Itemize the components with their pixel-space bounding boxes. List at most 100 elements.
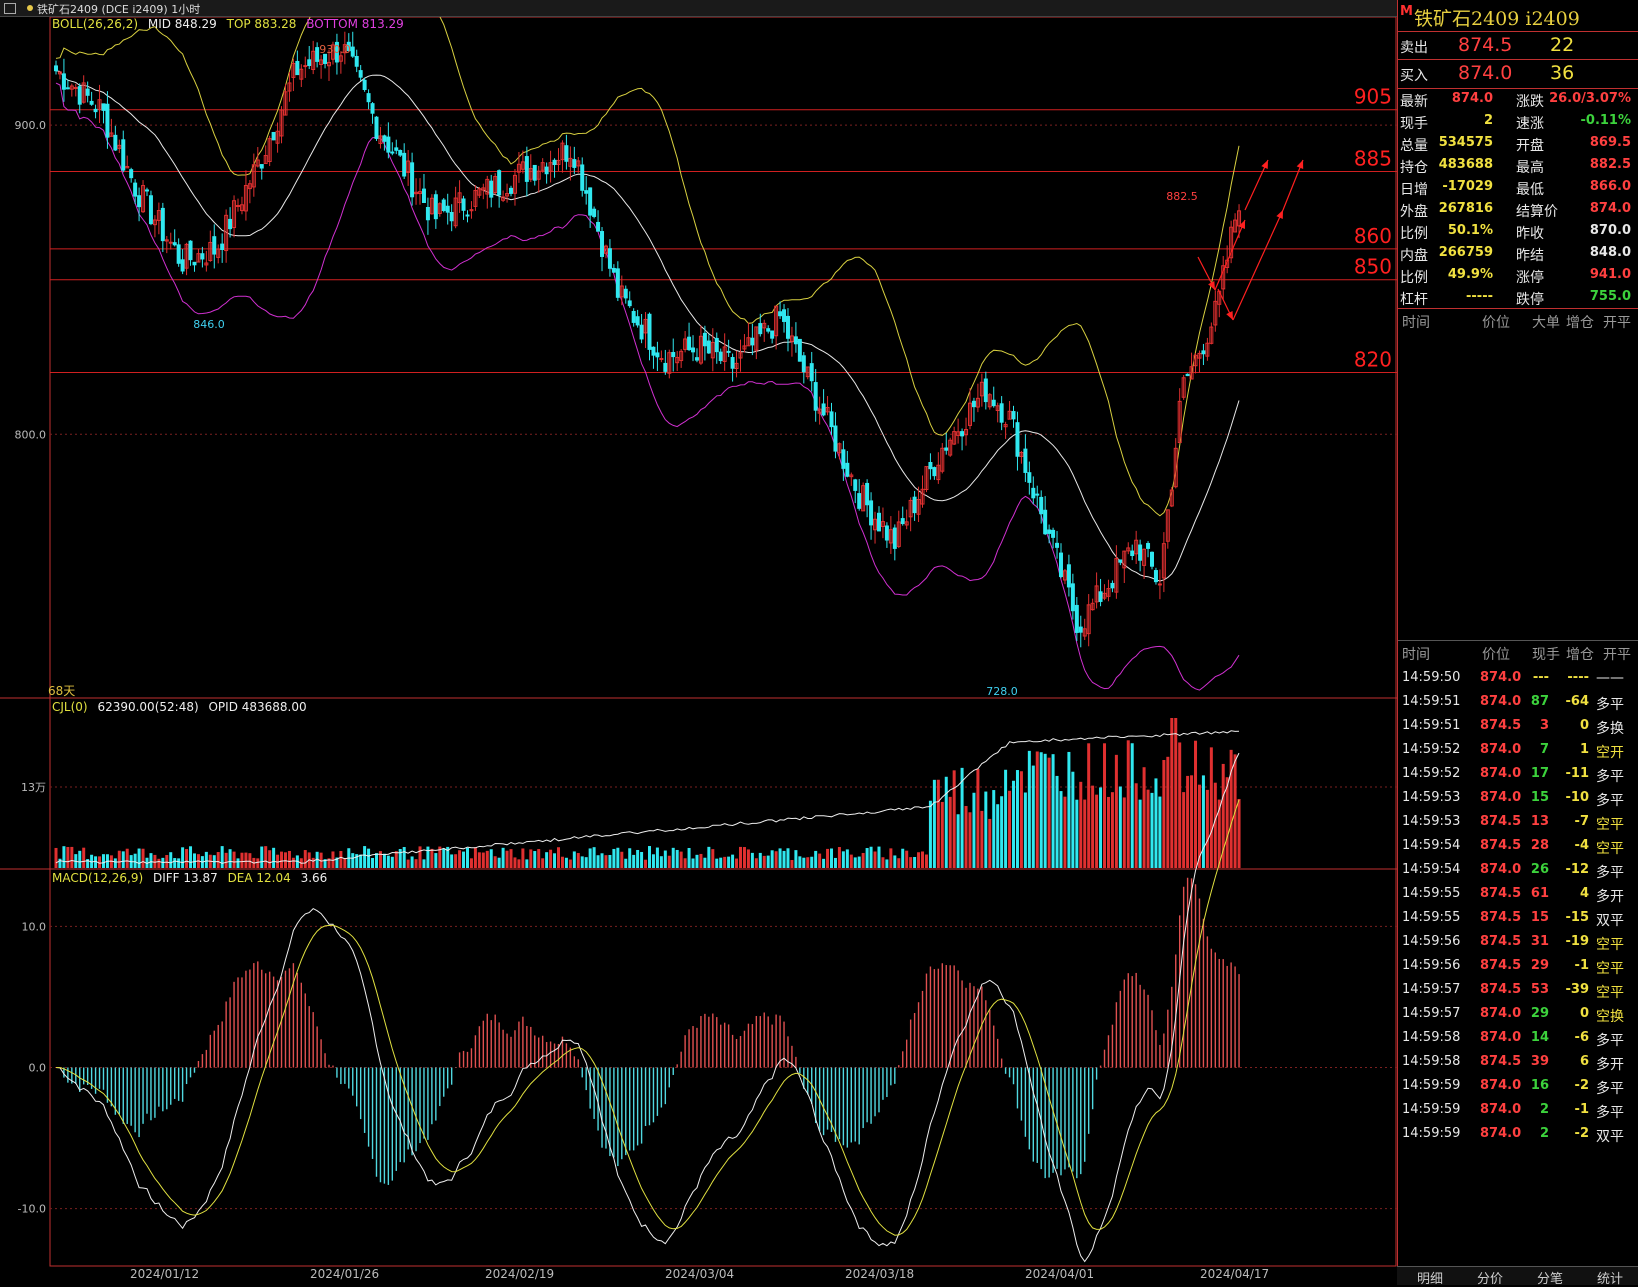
candle-body [865,482,870,506]
tick-row[interactable]: 14:59:57 874.0 29 0 空换 [1398,1003,1638,1025]
candle-body [362,79,367,91]
quote-panel: M 铁矿石2409 i2409 卖出 874.5 22 买入 874.0 36 … [1397,0,1638,1284]
candle-body [694,357,699,361]
window-icon[interactable] [4,3,16,14]
candle-body [1023,448,1028,473]
bid-row[interactable]: 买入 874.0 36 [1398,62,1638,88]
tick-row[interactable]: 14:59:52 874.0 7 1 空开 [1398,739,1638,761]
tick-row[interactable]: 14:59:58 874.5 39 6 多开 [1398,1051,1638,1073]
volume-bar [232,851,236,868]
tick-price: 874.0 [1480,1102,1522,1117]
candle-body [303,65,308,68]
tick-time: 14:59:53 [1402,814,1461,829]
volume-bar [964,805,968,868]
volume-bar [845,849,849,868]
candle-body [524,156,529,182]
tick-row[interactable]: 14:59:52 874.0 17 -11 多平 [1398,763,1638,785]
volume-bar [462,851,466,868]
tick-row[interactable]: 14:59:55 874.5 61 4 多开 [1398,883,1638,905]
tab-1[interactable]: 分价 [1477,1268,1503,1287]
tick-time: 14:59:56 [1402,958,1461,973]
tick-row[interactable]: 14:59:53 874.0 15 -10 多平 [1398,787,1638,809]
tab-0[interactable]: 明细 [1417,1268,1443,1287]
tick-row[interactable]: 14:59:55 874.5 15 -15 双平 [1398,907,1638,929]
tick-row[interactable]: 14:59:54 874.5 28 -4 空平 [1398,835,1638,857]
volume-bar [865,848,869,868]
quote-stat-row: 总量 534575 开盘 869.5 [1398,132,1638,154]
candle-body [592,208,597,217]
tick-row[interactable]: 14:59:54 874.0 26 -12 多平 [1398,859,1638,881]
macd-legend: MACD(12,26,9) DIFF 13.87 DEA 12.04 3.66 [52,871,327,885]
quote-stat-row: 比例 49.9% 涨停 941.0 [1398,264,1638,286]
quote-stat-row: 现手 2 速涨 -0.11% [1398,110,1638,132]
candle-body [999,403,1004,423]
candle-body [271,131,276,141]
tab-3[interactable]: 统计 [1597,1268,1623,1287]
tick-type: 空换 [1596,1009,1624,1025]
candle-body [841,449,846,469]
tick-oi-change: 1 [1579,742,1589,757]
volume-bar [236,858,240,868]
tick-type: 多开 [1596,1057,1624,1073]
volume-bar [636,849,640,868]
volume-bar [810,856,814,868]
volume-bar [260,846,264,868]
macd-name[interactable]: MACD(12,26,9) [52,871,143,885]
volume-bar [414,859,418,868]
candle-body [137,195,142,208]
tick-row[interactable]: 14:59:58 874.0 14 -6 多平 [1398,1027,1638,1049]
candle-body [655,352,660,358]
tick-row[interactable]: 14:59:59 874.0 16 -2 多平 [1398,1075,1638,1097]
volume-bar [1008,790,1012,868]
candle-body [180,259,185,272]
candle-body [1058,552,1063,578]
candle-body [580,164,585,191]
tick-row[interactable]: 14:59:57 874.5 53 -39 空平 [1398,979,1638,1001]
tick-time: 14:59:58 [1402,1054,1461,1069]
volume-bar [1035,751,1039,868]
stat-label: 昨收 [1516,226,1544,242]
candle-body [813,382,818,411]
tick-row[interactable]: 14:59:53 874.5 13 -7 空平 [1398,811,1638,833]
stat-label: 内盘 [1400,248,1428,264]
cjl-name[interactable]: CJL(0) [52,700,88,714]
cjl-opid: OPID 483688.00 [208,700,307,714]
contract-period-selector[interactable]: 铁矿石2409 (DCE i2409) 1小时 [37,1,200,17]
candle-body [236,205,241,208]
volume-bar [671,847,675,868]
kline-chart-area[interactable]: 900.0 800.0 905 885 860 850 820 930.0 846.0 728.0… [0,17,1397,1267]
tick-type: 空开 [1596,745,1624,761]
chart-canvas[interactable]: 900.0 800.0 905 885 860 850 820 930.0 846.0 728.0… [0,17,1397,1267]
tick-type: 空平 [1596,817,1624,833]
tab-2[interactable]: 分笔 [1537,1268,1563,1287]
tick-row[interactable]: 14:59:56 874.5 31 -19 空平 [1398,931,1638,953]
volume-bar [1095,794,1099,868]
volume-bar [481,852,485,868]
column-header: 开平 [1603,315,1631,331]
divider [1398,31,1638,32]
boll-name[interactable]: BOLL(26,26,2) [52,17,138,31]
tick-row[interactable]: 14:59:59 874.0 2 -2 双平 [1398,1123,1638,1145]
tick-volume: 31 [1530,934,1549,949]
stat-value: 874.0 [1589,201,1631,216]
stat-value: 874.0 [1451,91,1493,106]
volume-bar [782,850,786,868]
volume-bar [1023,792,1027,868]
tick-row[interactable]: 14:59:51 874.0 87 -64 多平 [1398,691,1638,713]
volume-bar [113,858,117,868]
tick-row[interactable]: 14:59:51 874.5 3 0 多换 [1398,715,1638,737]
ask-row[interactable]: 卖出 874.5 22 [1398,34,1638,60]
volume-bar [228,849,232,868]
tick-volume: 2 [1539,1102,1549,1117]
tick-row[interactable]: 14:59:56 874.5 29 -1 空平 [1398,955,1638,977]
tick-row[interactable]: 14:59:50 874.0 --- ---- —— [1398,667,1638,689]
tick-oi-change: 4 [1579,886,1589,901]
price-axis-label: 800.0 [15,428,47,441]
volume-bar [240,852,244,868]
tick-row[interactable]: 14:59:59 874.0 2 -1 多平 [1398,1099,1638,1121]
volume-bar [754,858,758,868]
volume-bar [592,847,596,868]
quote-stat-row: 内盘 266759 昨结 848.0 [1398,242,1638,264]
tick-price: 874.5 [1480,958,1522,973]
quote-stat-row: 持仓 483688 最高 882.5 [1398,154,1638,176]
